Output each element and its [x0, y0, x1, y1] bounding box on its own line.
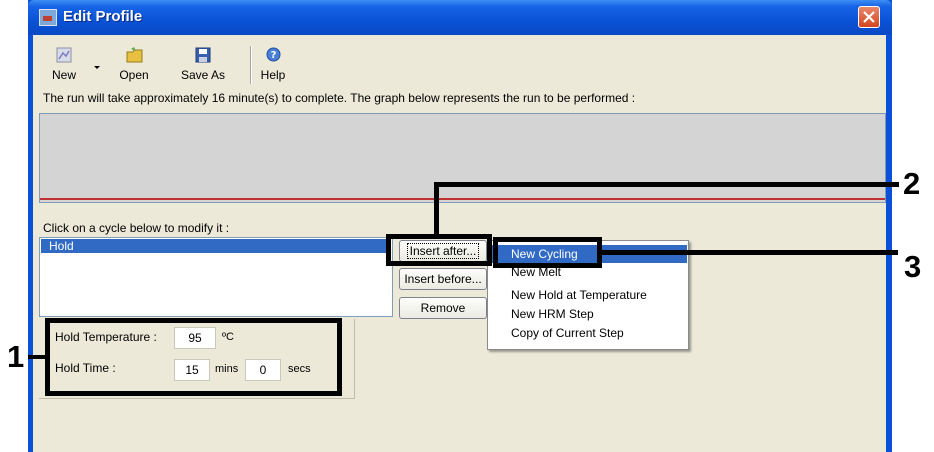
- close-button[interactable]: [858, 6, 880, 28]
- callout-box-3: [493, 237, 602, 268]
- run-duration-text: The run will take approximately 16 minut…: [43, 91, 636, 105]
- open-folder-icon: [126, 47, 143, 63]
- floppy-disk-icon: [195, 47, 211, 63]
- insert-before-button[interactable]: Insert before...: [399, 268, 487, 290]
- run-graph: [39, 113, 886, 203]
- callout-box-1: [45, 318, 342, 396]
- menu-item-new-hold[interactable]: New Hold at Temperature: [489, 286, 687, 304]
- help-label: Help: [260, 68, 286, 82]
- chevron-down-icon: [94, 66, 100, 69]
- title-bar[interactable]: [28, 0, 892, 35]
- callout-number-2: 2: [903, 166, 921, 201]
- new-dropdown-arrow[interactable]: [93, 56, 101, 75]
- menu-item-copy-current-step[interactable]: Copy of Current Step: [489, 324, 687, 342]
- callout-number-3: 3: [904, 249, 922, 284]
- callout-line-2v: [434, 182, 439, 236]
- close-icon: [863, 11, 875, 23]
- open-label: Open: [119, 68, 149, 82]
- app-icon: [39, 9, 57, 26]
- help-button[interactable]: ? Help: [257, 44, 289, 84]
- callout-line-3: [601, 250, 898, 255]
- new-profile-icon: [56, 47, 72, 63]
- open-button[interactable]: Open: [112, 44, 156, 84]
- temperature-profile-line: [40, 198, 885, 200]
- callout-box-2: [386, 234, 492, 266]
- save-as-label: Save As: [180, 68, 226, 82]
- menu-item-new-hrm-step[interactable]: New HRM Step: [489, 305, 687, 323]
- window-title: Edit Profile: [63, 8, 143, 25]
- new-label: New: [51, 68, 76, 82]
- callout-line-2h: [434, 182, 899, 187]
- cycle-item-hold[interactable]: Hold: [41, 239, 391, 253]
- callout-line-1: [28, 355, 45, 359]
- new-button[interactable]: New: [47, 44, 81, 84]
- cycle-list[interactable]: Hold: [39, 237, 393, 317]
- toolbar-separator: [250, 46, 252, 84]
- svg-text:?: ?: [271, 50, 277, 61]
- help-icon: ?: [266, 47, 281, 62]
- remove-button[interactable]: Remove: [399, 297, 487, 319]
- cycle-list-label: Click on a cycle below to modify it :: [43, 221, 230, 235]
- callout-number-1: 1: [7, 339, 25, 374]
- save-as-button[interactable]: Save As: [176, 44, 230, 84]
